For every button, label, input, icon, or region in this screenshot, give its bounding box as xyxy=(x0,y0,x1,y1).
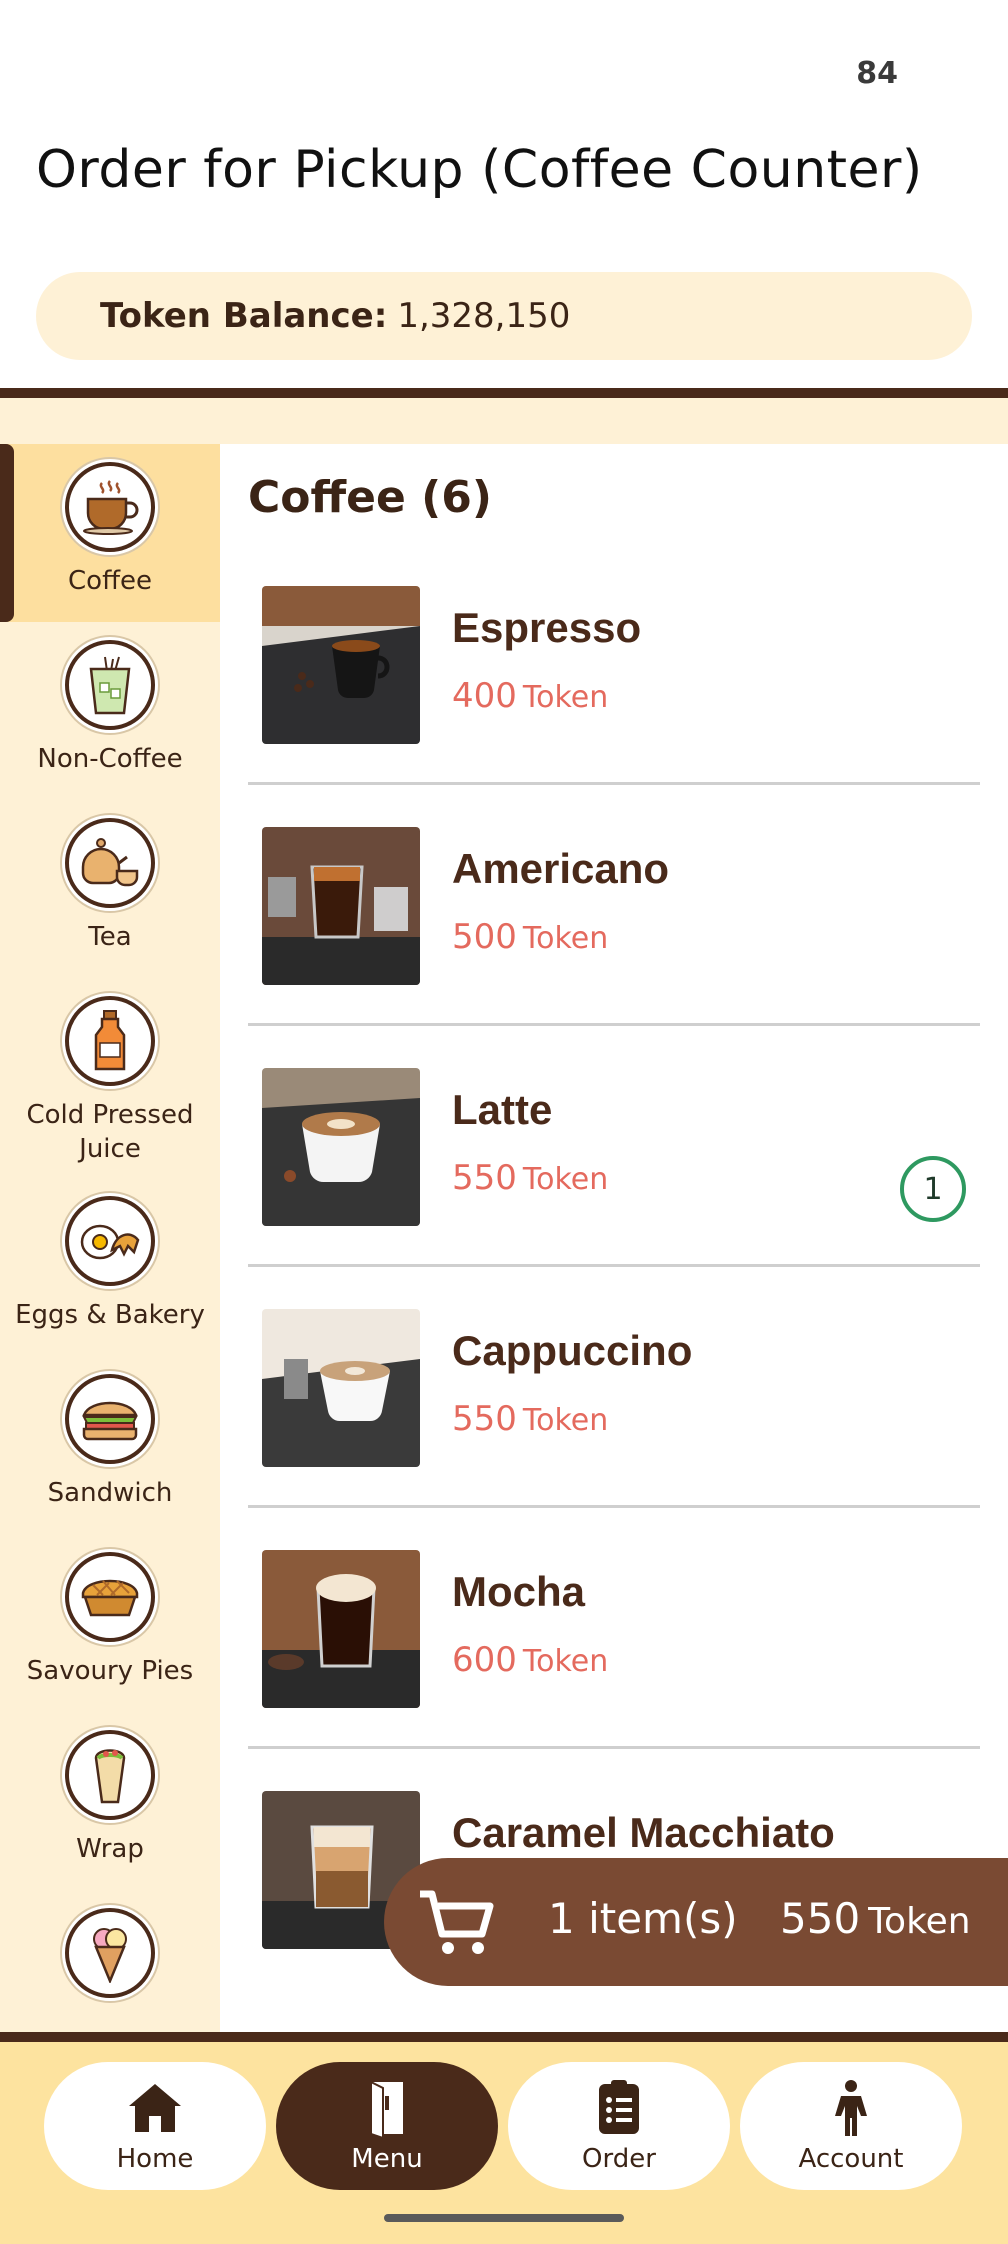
item-price: 500 Token xyxy=(452,917,609,957)
latte-photo xyxy=(262,1068,420,1226)
item-name: Americano xyxy=(452,845,670,892)
juice-bottle-icon xyxy=(65,996,155,1086)
pie-icon xyxy=(65,1552,155,1642)
nav-divider xyxy=(0,2032,1008,2042)
item-name: Caramel Macchiato xyxy=(452,1809,835,1856)
nav-menu[interactable]: Menu xyxy=(276,2062,498,2190)
cart-summary-button[interactable]: 1 item(s) 550 Token xyxy=(384,1858,1008,1986)
category-label: Savoury Pies xyxy=(26,1656,194,1686)
nav-home[interactable]: Home xyxy=(44,2062,266,2190)
menu-item-americano[interactable]: Americano 500 Token xyxy=(248,785,980,1026)
menu-item-mocha[interactable]: Mocha 600 Token xyxy=(248,1508,980,1749)
category-wrap[interactable]: Wrap xyxy=(0,1712,220,1890)
header-divider xyxy=(0,388,1008,398)
category-label: Wrap xyxy=(76,1834,144,1864)
item-name: Mocha xyxy=(452,1568,586,1615)
item-price: 550 Token xyxy=(452,1158,609,1198)
item-name: Latte xyxy=(452,1086,553,1133)
mocha-photo xyxy=(262,1550,420,1708)
menu-item-espresso[interactable]: Espresso 400 Token xyxy=(248,544,980,785)
menu-item-latte[interactable]: Latte 550 Token 1 xyxy=(248,1026,980,1267)
item-price: 400 Token xyxy=(452,676,609,716)
wrap-icon xyxy=(65,1730,155,1820)
nav-label: Order xyxy=(582,2144,656,2174)
item-name: Cappuccino xyxy=(452,1327,693,1374)
category-dessert[interactable] xyxy=(0,1890,220,2032)
category-label: Non-Coffee xyxy=(37,744,183,774)
category-label: Coffee xyxy=(68,566,152,596)
nav-account[interactable]: Account xyxy=(740,2062,962,2190)
header-strip xyxy=(0,398,1008,444)
menu-book-icon xyxy=(370,2080,403,2138)
cart-icon xyxy=(420,1890,494,1954)
coffee-cup-icon xyxy=(65,462,155,552)
status-value: 84 xyxy=(856,56,898,91)
ice-cream-icon xyxy=(65,1908,155,1998)
token-balance-pill: Token Balance: 1,328,150 xyxy=(36,272,972,360)
espresso-photo xyxy=(262,586,420,744)
iced-drink-icon xyxy=(65,640,155,730)
category-label: Cold Pressed Juice xyxy=(26,1100,194,1164)
cart-total: 550 Token xyxy=(780,1894,971,1943)
bottom-navigation: Home Menu Order Account xyxy=(0,2042,1008,2244)
status-bar: 84 xyxy=(0,0,1008,140)
quantity-badge[interactable]: 1 xyxy=(900,1156,966,1222)
category-tea[interactable]: Tea xyxy=(0,800,220,978)
section-title: Coffee (6) xyxy=(248,472,492,523)
category-cold-pressed-juice[interactable]: Cold Pressed Juice xyxy=(0,978,220,1178)
cappuccino-photo xyxy=(262,1309,420,1467)
nav-label: Home xyxy=(116,2144,194,2174)
category-coffee[interactable]: Coffee xyxy=(0,444,220,622)
category-eggs-bakery[interactable]: Eggs & Bakery xyxy=(0,1178,220,1356)
category-savoury-pies[interactable]: Savoury Pies xyxy=(0,1534,220,1712)
menu-item-list[interactable]: Coffee (6) Espresso 400 Token Americano 5… xyxy=(220,444,1008,2032)
page-title: Order for Pickup (Coffee Counter) xyxy=(36,140,923,200)
category-label: Tea xyxy=(88,922,132,952)
item-name: Espresso xyxy=(452,604,642,651)
category-sandwich[interactable]: Sandwich xyxy=(0,1356,220,1534)
home-icon xyxy=(129,2084,181,2132)
nav-label: Account xyxy=(798,2144,904,2174)
category-sidebar[interactable]: Coffee Non-Coffee Tea Cold Pressed Juice… xyxy=(0,444,220,2032)
clipboard-icon xyxy=(599,2080,639,2134)
cart-item-count: 1 item(s) xyxy=(548,1894,738,1943)
menu-item-cappuccino[interactable]: Cappuccino 550 Token xyxy=(248,1267,980,1508)
teapot-icon xyxy=(65,818,155,908)
person-icon xyxy=(835,2080,867,2136)
item-price: 550 Token xyxy=(452,1399,609,1439)
home-indicator[interactable] xyxy=(384,2214,624,2222)
category-label: Sandwich xyxy=(47,1478,173,1508)
token-balance-value: 1,328,150 xyxy=(397,296,571,336)
category-label: Eggs & Bakery xyxy=(15,1300,205,1330)
item-price: 600 Token xyxy=(452,1640,609,1680)
sandwich-icon xyxy=(65,1374,155,1464)
token-balance-label: Token Balance: xyxy=(100,296,388,336)
category-non-coffee[interactable]: Non-Coffee xyxy=(0,622,220,800)
nav-label: Menu xyxy=(351,2144,423,2174)
americano-photo xyxy=(262,827,420,985)
nav-order[interactable]: Order xyxy=(508,2062,730,2190)
egg-croissant-icon xyxy=(65,1196,155,1286)
